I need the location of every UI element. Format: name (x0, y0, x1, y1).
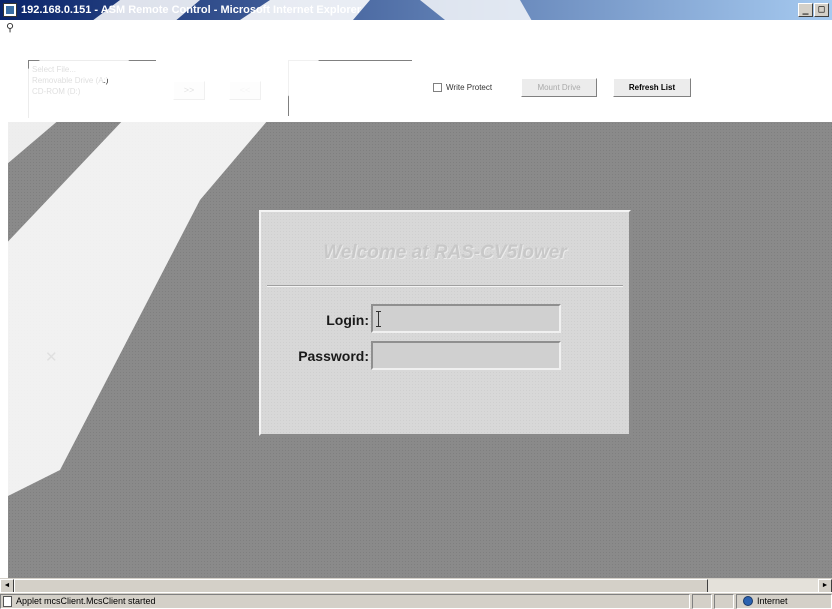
login-label: Login: (326, 312, 369, 328)
password-input[interactable] (371, 341, 561, 370)
zone-label: Internet (757, 596, 788, 606)
list-item[interactable]: CD-ROM (D:) (32, 86, 153, 97)
globe-icon (743, 596, 753, 606)
horizontal-scrollbar[interactable]: ◄ ► (0, 578, 832, 593)
mounted-drive-list[interactable] (288, 60, 412, 116)
write-protect-label: Write Protect (446, 83, 493, 92)
status-message: Applet mcsClient.McsClient started (16, 596, 156, 606)
write-protect-checkbox[interactable]: Write Protect (433, 83, 492, 92)
local-drive-list[interactable]: Select File... Removable Drive (A:) CD-R… (28, 60, 156, 118)
close-icon[interactable]: ✕ (45, 348, 58, 366)
minimize-button[interactable]: _ (798, 3, 813, 17)
scroll-thumb[interactable] (14, 579, 708, 593)
scroll-right-icon[interactable]: ► (818, 579, 832, 593)
status-pane (692, 593, 712, 609)
page-icon (3, 595, 12, 607)
refresh-list-button[interactable]: Refresh List (613, 78, 691, 97)
list-item[interactable]: Select File... (32, 64, 153, 75)
maximize-button[interactable]: □ (814, 3, 829, 17)
welcome-heading: Welcome at RAS-CV5lower (323, 242, 567, 263)
divider (267, 285, 623, 287)
remove-drive-button[interactable]: << (229, 81, 261, 100)
title-bar: 192.168.0.151 - ASM Remote Control - Mic… (0, 0, 832, 20)
add-drive-button[interactable]: >> (173, 81, 205, 100)
status-bar: Applet mcsClient.McsClient started Inter… (0, 592, 832, 609)
password-label: Password: (298, 348, 369, 364)
lock-icon: ⚲ (6, 22, 15, 34)
window-title: 192.168.0.151 - ASM Remote Control - Mic… (21, 4, 362, 16)
list-item[interactable]: Removable Drive (A:) (32, 75, 153, 86)
ie-app-icon[interactable] (3, 3, 17, 17)
text-cursor-icon (376, 311, 381, 327)
checkbox-box[interactable] (433, 83, 442, 92)
status-message-pane: Applet mcsClient.McsClient started (0, 593, 690, 609)
scroll-left-icon[interactable]: ◄ (0, 579, 14, 593)
status-pane (714, 593, 734, 609)
window-controls: _ □ (798, 3, 829, 17)
mount-drive-button[interactable]: Mount Drive (521, 78, 597, 97)
login-input[interactable] (371, 304, 561, 333)
security-zone: Internet (736, 593, 832, 609)
login-dialog: Welcome at RAS-CV5lower Login: Password: (259, 210, 631, 436)
left-margin (0, 122, 8, 578)
